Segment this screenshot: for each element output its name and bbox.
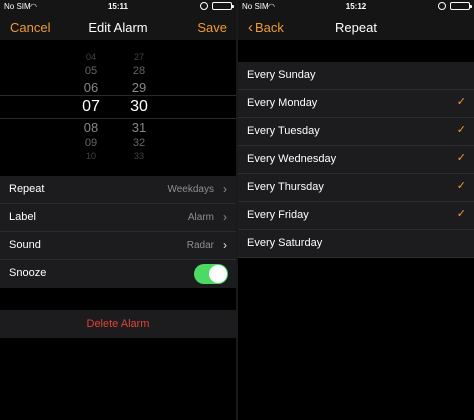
hour-option[interactable]: 05 <box>76 65 106 77</box>
battery-icon <box>212 2 234 10</box>
hour-wheel[interactable]: 04 05 06 07 08 09 10 <box>76 40 106 164</box>
checkmark-icon: ✓ <box>456 152 466 164</box>
label-value: Alarm <box>187 212 214 223</box>
day-row-friday[interactable]: Every Friday ✓ <box>238 202 474 230</box>
minute-option[interactable]: 27 <box>124 52 154 62</box>
day-row-monday[interactable]: Every Monday ✓ <box>238 90 474 118</box>
repeat-row[interactable]: Repeat Weekdays › <box>0 176 236 204</box>
day-row-wednesday[interactable]: Every Wednesday ✓ <box>238 146 474 174</box>
day-row-sunday[interactable]: Every Sunday <box>238 62 474 90</box>
repeat-label: Repeat <box>9 183 45 195</box>
time-picker[interactable]: 04 05 06 07 08 09 10 27 28 29 30 31 32 3… <box>0 40 236 164</box>
sound-value: Radar <box>186 240 214 251</box>
chevron-right-icon: › <box>223 210 227 224</box>
minute-option[interactable]: 28 <box>124 65 154 77</box>
day-label: Every Sunday <box>247 69 316 81</box>
status-right <box>438 2 472 10</box>
selection-line-bottom <box>0 118 236 119</box>
alarm-settings-list: Repeat Weekdays › Label Alarm › Sound Ra… <box>0 176 236 288</box>
nav-bar: ‹ Back Repeat <box>238 14 474 40</box>
alarm-clock-icon <box>200 2 208 10</box>
sound-label: Sound <box>9 239 41 251</box>
day-label: Every Saturday <box>247 237 323 249</box>
repeat-screen: No SIM ◠ 15:12 ‹ Back Repeat Every Sunda… <box>238 0 474 420</box>
day-row-saturday[interactable]: Every Saturday <box>238 230 474 258</box>
checkmark-icon: ✓ <box>456 180 466 192</box>
repeat-value: Weekdays <box>167 184 214 195</box>
label-label: Label <box>9 211 36 223</box>
checkmark-icon: ✓ <box>456 124 466 136</box>
toggle-knob <box>209 265 227 283</box>
hour-option[interactable]: 04 <box>76 52 106 62</box>
checkmark-icon: ✓ <box>456 208 466 220</box>
alarm-clock-icon <box>438 2 446 10</box>
day-label: Every Tuesday <box>247 125 320 137</box>
hour-option[interactable]: 09 <box>76 137 106 149</box>
day-row-thursday[interactable]: Every Thursday ✓ <box>238 174 474 202</box>
hour-option[interactable]: 08 <box>76 120 106 135</box>
minute-option[interactable]: 33 <box>124 151 154 161</box>
day-row-tuesday[interactable]: Every Tuesday ✓ <box>238 118 474 146</box>
chevron-right-icon: › <box>223 238 227 252</box>
status-bar: No SIM ◠ 15:12 <box>238 0 474 14</box>
label-row[interactable]: Label Alarm › <box>0 204 236 232</box>
sound-row[interactable]: Sound Radar › <box>0 232 236 260</box>
hour-option[interactable]: 10 <box>76 151 106 161</box>
chevron-right-icon: › <box>223 182 227 196</box>
checkmark-icon: ✓ <box>456 96 466 108</box>
selected-minute[interactable]: 30 <box>124 98 154 116</box>
delete-alarm-button[interactable]: Delete Alarm <box>0 310 236 338</box>
minute-wheel[interactable]: 27 28 29 30 31 32 33 <box>124 40 154 164</box>
selection-line-top <box>0 95 236 96</box>
save-button[interactable]: Save <box>197 20 227 35</box>
day-label: Every Thursday <box>247 181 324 193</box>
nav-bar: Cancel Edit Alarm Save <box>0 14 236 40</box>
snooze-toggle[interactable] <box>194 264 228 284</box>
repeat-days-list: Every Sunday Every Monday ✓ Every Tuesda… <box>238 62 474 258</box>
snooze-row: Snooze <box>0 260 236 288</box>
page-title: Repeat <box>335 20 377 35</box>
status-bar: No SIM ◠ 15:11 <box>0 0 236 14</box>
battery-icon <box>450 2 472 10</box>
day-label: Every Monday <box>247 97 318 109</box>
day-label: Every Friday <box>247 209 309 221</box>
edit-alarm-screen: No SIM ◠ 15:11 Cancel Edit Alarm Save 04… <box>0 0 236 420</box>
minute-option[interactable]: 31 <box>124 120 154 135</box>
day-label: Every Wednesday <box>247 153 337 165</box>
status-right <box>200 2 234 10</box>
snooze-label: Snooze <box>9 267 47 279</box>
hour-option[interactable]: 06 <box>76 80 106 95</box>
minute-option[interactable]: 29 <box>124 80 154 95</box>
selected-hour[interactable]: 07 <box>76 98 106 116</box>
minute-option[interactable]: 32 <box>124 137 154 149</box>
